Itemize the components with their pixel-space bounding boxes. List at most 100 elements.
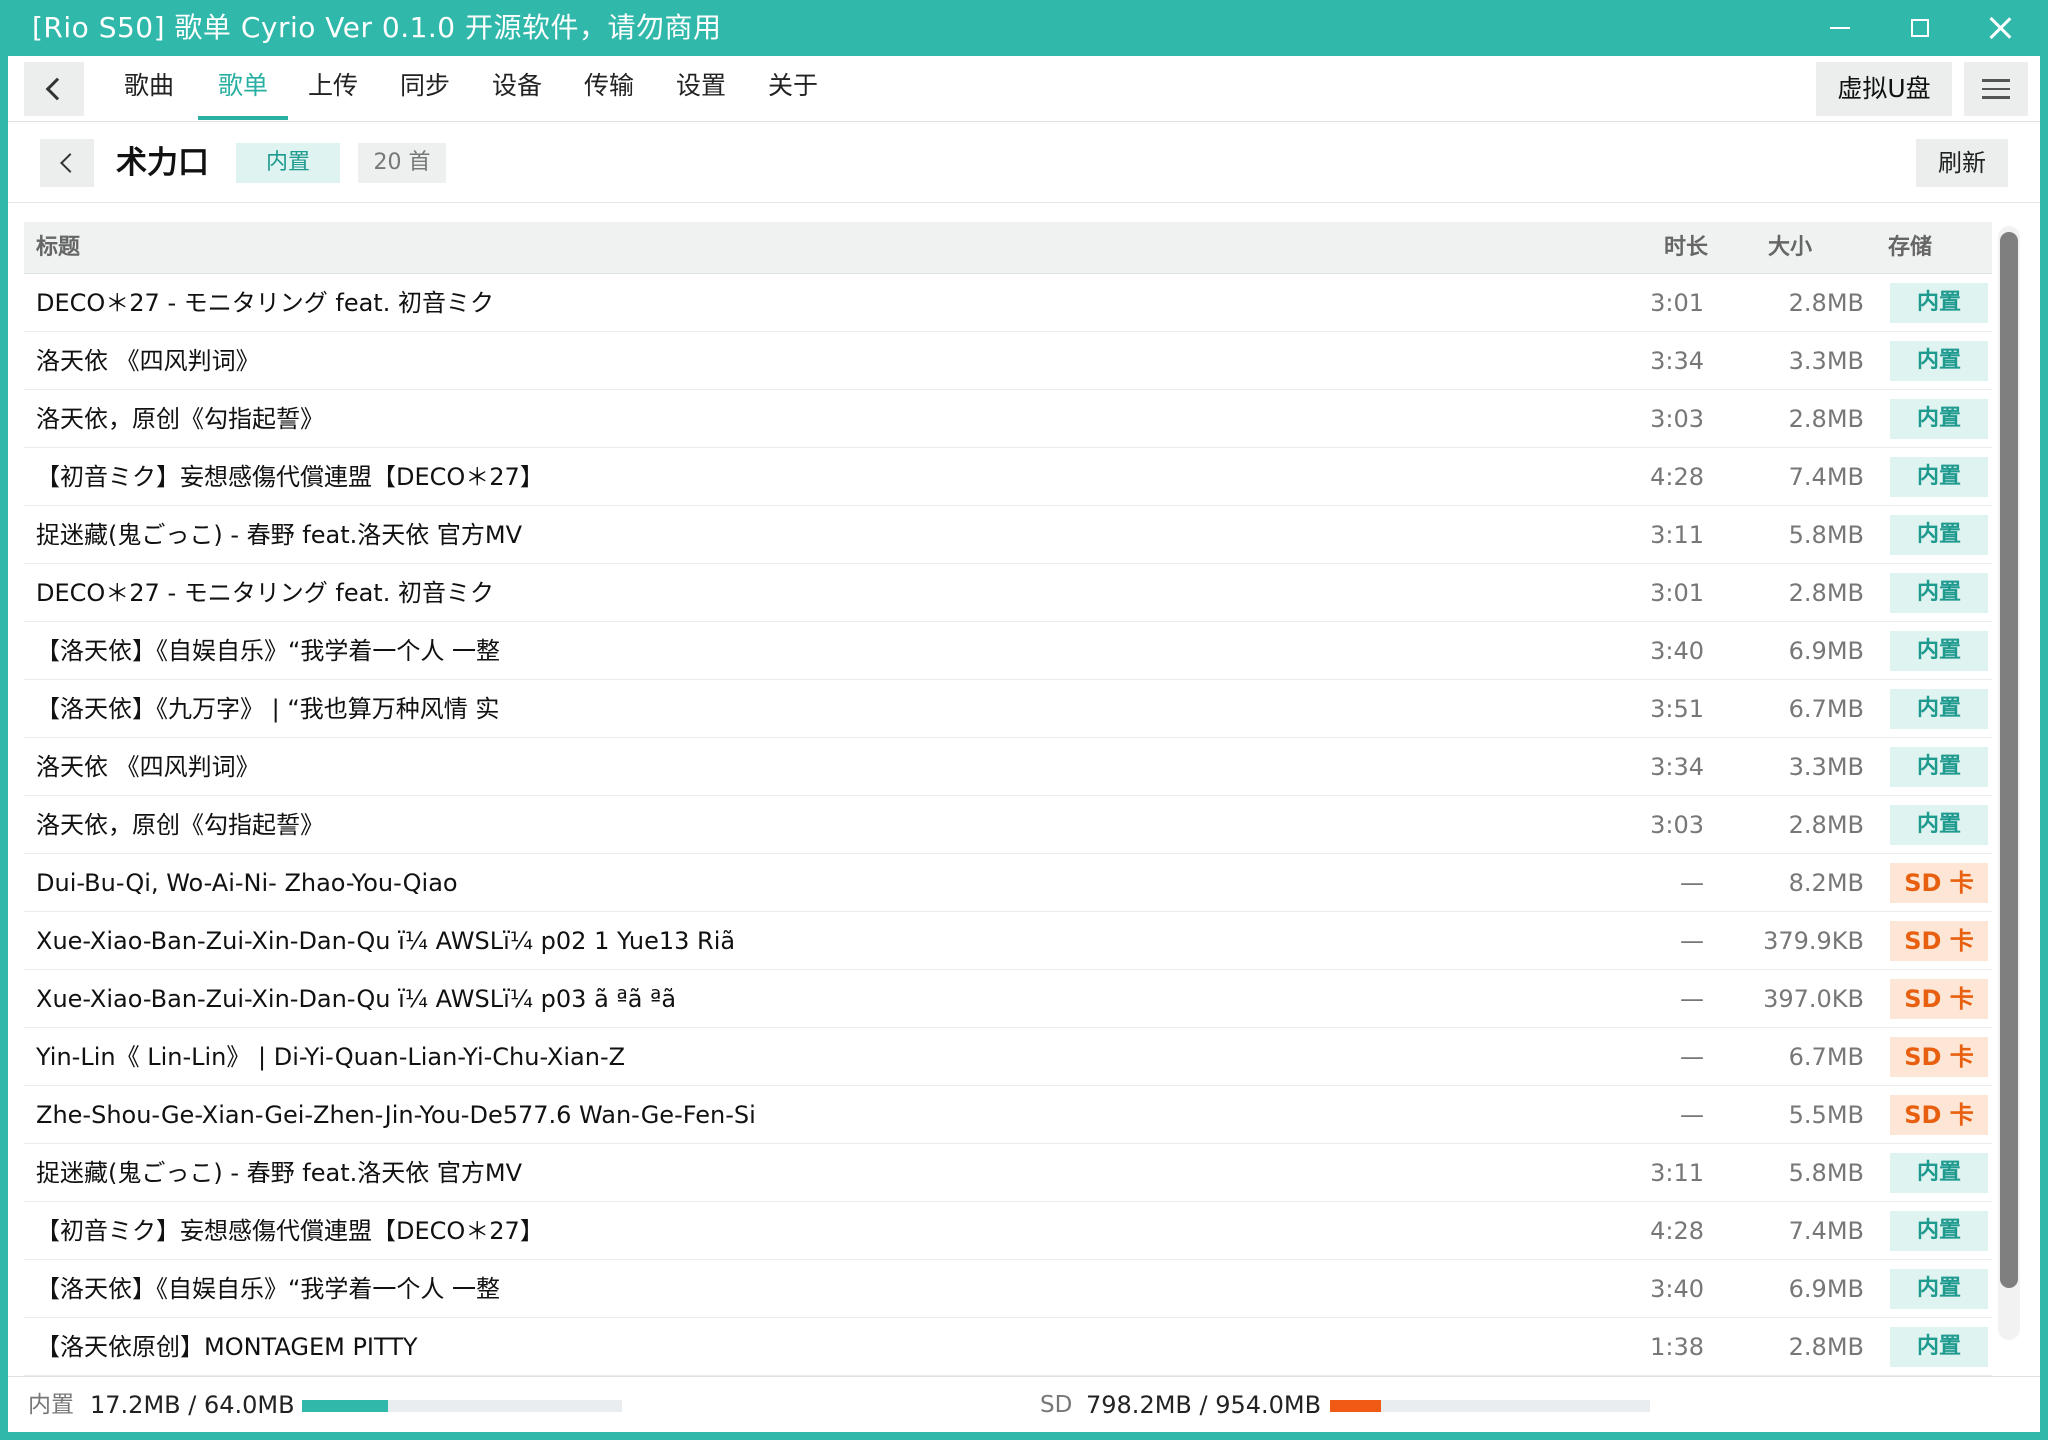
song-size: 7.4MB: [1788, 1217, 1864, 1245]
storage-badge: 内置: [1890, 631, 1988, 671]
nav-back-button[interactable]: [24, 62, 84, 116]
song-title: DECO＊27 - モニタリング feat. 初音ミク: [36, 579, 494, 607]
refresh-button[interactable]: 刷新: [1916, 139, 2008, 187]
table-row[interactable]: 捉迷藏(鬼ごっこ) - 春野 feat.洛天依 官方MV 3:11 5.8MB 内置: [24, 1144, 1992, 1202]
table-header: 标题 时长 大小 存储: [24, 222, 1992, 274]
column-header-size[interactable]: 大小: [1768, 222, 1812, 274]
song-size: 2.8MB: [1788, 579, 1864, 607]
chevron-left-icon: [60, 153, 80, 173]
tab-about[interactable]: 关于: [752, 56, 834, 116]
storage-badge: 内置: [1890, 399, 1988, 439]
song-title: 洛天依 《四风判词》: [36, 347, 260, 375]
song-size: 5.8MB: [1788, 1159, 1864, 1187]
minimize-icon: [1830, 27, 1850, 29]
song-title: 【洛天依】《九万字》 | “我也算万种风情 实: [36, 695, 500, 723]
song-duration: —: [1680, 927, 1704, 955]
storage-badge: 内置: [1890, 1327, 1988, 1367]
maximize-button[interactable]: [1880, 0, 1960, 56]
tab-playlists[interactable]: 歌单: [198, 56, 288, 120]
playlist-back-button[interactable]: [40, 139, 94, 187]
storage-badge: SD 卡: [1890, 979, 1988, 1019]
table-row[interactable]: Zhe-Shou-Ge-Xian-Gei-Zhen-Jin-You-De577.…: [24, 1086, 1992, 1144]
table-scrollbar[interactable]: [1998, 226, 2020, 1340]
song-size: 6.7MB: [1788, 1043, 1864, 1071]
song-duration: 3:03: [1650, 405, 1704, 433]
table-row[interactable]: 洛天依，原创《勾指起誓》 3:03 2.8MB 内置: [24, 390, 1992, 448]
song-title: 【洛天依原创】MONTAGEM PITTY: [36, 1333, 418, 1361]
menu-button[interactable]: [1964, 62, 2028, 116]
tab-upload[interactable]: 上传: [292, 56, 374, 116]
song-duration: 3:34: [1650, 347, 1704, 375]
storage-badge: 内置: [1890, 747, 1988, 787]
column-header-duration[interactable]: 时长: [1664, 222, 1708, 274]
storage-badge: 内置: [1890, 689, 1988, 729]
song-size: 3.3MB: [1788, 347, 1864, 375]
storage-badge: 内置: [1890, 341, 1988, 381]
song-title: Yin-Lin《 Lin-Lin》 | Di-Yi-Quan-Lian-Yi-C…: [36, 1043, 626, 1071]
song-title: Xue-Xiao-Ban-Zui-Xin-Dan-Qu ï¼ AWSLï¼ p0…: [36, 985, 677, 1013]
sd-storage-value: 798.2MB / 954.0MB: [1086, 1391, 1322, 1419]
song-title: Dui-Bu-Qi, Wo-Ai-Ni- Zhao-You-Qiao: [36, 869, 458, 897]
song-duration: —: [1680, 1101, 1704, 1129]
song-title: Xue-Xiao-Ban-Zui-Xin-Dan-Qu ï¼ AWSLï¼ p0…: [36, 927, 736, 955]
song-size: 8.2MB: [1788, 869, 1864, 897]
table-row[interactable]: Xue-Xiao-Ban-Zui-Xin-Dan-Qu ï¼ AWSLï¼ p0…: [24, 912, 1992, 970]
song-size: 6.9MB: [1788, 1275, 1864, 1303]
table-row[interactable]: 【洛天依】《自娱自乐》“我学着一个人 一整 3:40 6.9MB 内置: [24, 1260, 1992, 1318]
song-duration: 3:34: [1650, 753, 1704, 781]
song-duration: 4:28: [1650, 463, 1704, 491]
column-header-title[interactable]: 标题: [36, 222, 80, 274]
table-row[interactable]: Yin-Lin《 Lin-Lin》 | Di-Yi-Quan-Lian-Yi-C…: [24, 1028, 1992, 1086]
tab-transfer[interactable]: 传输: [568, 56, 650, 116]
main-content: 歌曲 歌单 上传 同步 设备 传输 设置 关于 虚拟U盘 术力口 内置 20 首…: [8, 56, 2040, 1432]
table-row[interactable]: 【初音ミク】妄想感傷代償連盟【DECO＊27】 4:28 7.4MB 内置: [24, 448, 1992, 506]
table-row[interactable]: 【洛天依】《自娱自乐》“我学着一个人 一整 3:40 6.9MB 内置: [24, 622, 1992, 680]
table-row[interactable]: 洛天依，原创《勾指起誓》 3:03 2.8MB 内置: [24, 796, 1992, 854]
song-duration: 3:40: [1650, 1275, 1704, 1303]
virtual-usb-button[interactable]: 虚拟U盘: [1816, 62, 1952, 116]
storage-badge: 内置: [1890, 515, 1988, 555]
internal-storage-bar-fill: [302, 1400, 389, 1412]
storage-badge: SD 卡: [1890, 1095, 1988, 1135]
table-row[interactable]: DECO＊27 - モニタリング feat. 初音ミク 3:01 2.8MB 内置: [24, 274, 1992, 332]
table-row[interactable]: 捉迷藏(鬼ごっこ) - 春野 feat.洛天依 官方MV 3:11 5.8MB 内置: [24, 506, 1992, 564]
table-row[interactable]: 洛天依 《四风判词》 3:34 3.3MB 内置: [24, 738, 1992, 796]
song-title: 【初音ミク】妄想感傷代償連盟【DECO＊27】: [36, 463, 544, 491]
sd-storage-label: SD: [1040, 1392, 1073, 1418]
storage-badge: 内置: [1890, 573, 1988, 613]
song-size: 2.8MB: [1788, 811, 1864, 839]
table-row[interactable]: 【洛天依原创】MONTAGEM PITTY 1:38 2.8MB 内置: [24, 1318, 1992, 1376]
song-duration: —: [1680, 1043, 1704, 1071]
table-row[interactable]: 洛天依 《四风判词》 3:34 3.3MB 内置: [24, 332, 1992, 390]
tab-settings[interactable]: 设置: [660, 56, 742, 116]
song-size: 6.9MB: [1788, 637, 1864, 665]
tab-songs[interactable]: 歌曲: [108, 56, 190, 116]
scrollbar-thumb[interactable]: [2000, 232, 2018, 1288]
table-row[interactable]: 【初音ミク】妄想感傷代償連盟【DECO＊27】 4:28 7.4MB 内置: [24, 1202, 1992, 1260]
internal-storage-value: 17.2MB / 64.0MB: [90, 1391, 295, 1419]
tab-device[interactable]: 设备: [476, 56, 558, 116]
tab-sync[interactable]: 同步: [384, 56, 466, 116]
hamburger-icon: [1982, 79, 2010, 82]
song-size: 7.4MB: [1788, 463, 1864, 491]
column-header-storage[interactable]: 存储: [1888, 222, 1932, 274]
table-row[interactable]: DECO＊27 - モニタリング feat. 初音ミク 3:01 2.8MB 内置: [24, 564, 1992, 622]
song-size: 379.9KB: [1763, 927, 1864, 955]
nav-bar: 歌曲 歌单 上传 同步 设备 传输 设置 关于 虚拟U盘: [8, 56, 2040, 122]
close-button[interactable]: [1960, 0, 2040, 56]
hamburger-icon-line: [1982, 96, 2010, 99]
table-row[interactable]: 【洛天依】《九万字》 | “我也算万种风情 实 3:51 6.7MB 内置: [24, 680, 1992, 738]
song-duration: 1:38: [1650, 1333, 1704, 1361]
table-row[interactable]: Dui-Bu-Qi, Wo-Ai-Ni- Zhao-You-Qiao — 8.2MB…: [24, 854, 1992, 912]
minimize-button[interactable]: [1800, 0, 1880, 56]
song-title: DECO＊27 - モニタリング feat. 初音ミク: [36, 289, 494, 317]
storage-badge: SD 卡: [1890, 921, 1988, 961]
storage-badge: 内置: [1890, 1153, 1988, 1193]
table-row[interactable]: Xue-Xiao-Ban-Zui-Xin-Dan-Qu ï¼ AWSLï¼ p0…: [24, 970, 1992, 1028]
close-icon: [1989, 17, 2011, 39]
song-duration: 3:01: [1650, 289, 1704, 317]
song-size: 2.8MB: [1788, 405, 1864, 433]
song-duration: 3:51: [1650, 695, 1704, 723]
title-bar[interactable]: [Rio S50] 歌单 Cyrio Ver 0.1.0 开源软件，请勿商用: [0, 0, 2048, 56]
song-title: 【洛天依】《自娱自乐》“我学着一个人 一整: [36, 637, 501, 665]
